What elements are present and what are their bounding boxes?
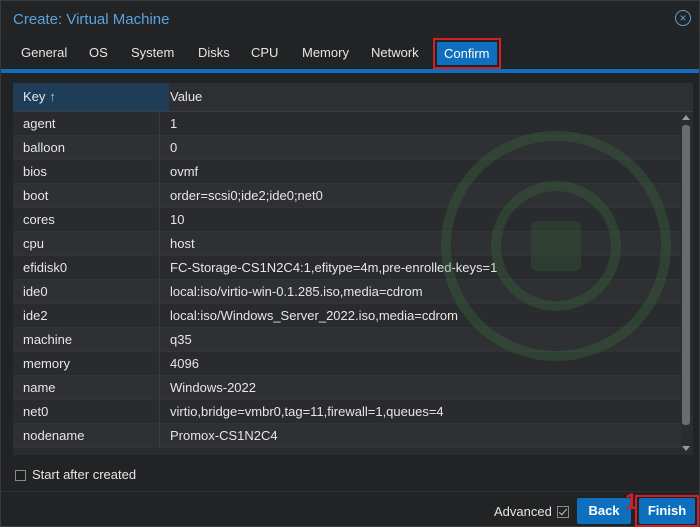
tab-cpu[interactable]: CPU [251,39,278,67]
advanced-checkbox[interactable]: Advanced [494,504,569,519]
grid-rows: agent 1 balloon 0 bios ovmf boot order=scsi0… [13,112,681,448]
row-key: cores [23,212,55,227]
row-value: 1 [170,116,178,131]
row-key: memory [23,356,70,371]
footer-divider [1,491,699,492]
row-value: 10 [170,212,185,227]
table-row[interactable]: agent 1 [13,112,681,136]
row-value: FC-Storage-CS1N2C4:1,efitype=4m,pre-enro… [170,260,498,275]
table-row[interactable]: bios ovmf [13,160,681,184]
table-row[interactable]: machine q35 [13,328,681,352]
wizard-tabs: General OS System Disks CPU Memory Netwo… [1,38,699,69]
dialog-title: Create: Virtual Machine [13,11,170,28]
finish-button[interactable]: Finish [639,498,695,524]
column-header-value[interactable]: Value [170,83,202,111]
row-key: machine [23,332,73,347]
table-row[interactable]: ide2 local:iso/Windows_Server_2022.iso,me… [13,304,681,328]
advanced-label: Advanced [494,504,552,519]
row-value: 4096 [170,356,199,371]
row-value: Promox-CS1N2C4 [170,428,278,443]
row-key: name [23,380,56,395]
table-row[interactable]: boot order=scsi0;ide2;ide0;net0 [13,184,681,208]
scroll-up-icon[interactable] [682,115,690,120]
table-row[interactable]: ide0 local:iso/virtio-win-0.1.285.iso,med… [13,280,681,304]
back-button[interactable]: Back [577,498,631,524]
row-value: order=scsi0;ide2;ide0;net0 [170,188,323,203]
row-key: bios [23,164,47,179]
create-vm-dialog: Create: Virtual Machine × General OS Sys… [0,0,700,527]
grid-scrollbar[interactable] [681,113,691,453]
start-after-created-checkbox[interactable]: Start after created [15,467,136,483]
row-value: host [170,236,195,251]
confirm-grid: Key ↑ Value agent 1 balloon 0 bios ovmf boot… [13,83,693,455]
row-value: 0 [170,140,178,155]
row-key: net0 [23,404,49,419]
tab-network[interactable]: Network [371,39,419,67]
tab-os[interactable]: OS [89,39,108,67]
row-key: ide0 [23,284,48,299]
table-row[interactable]: cores 10 [13,208,681,232]
tab-general[interactable]: General [21,39,67,67]
row-value: q35 [170,332,192,347]
row-value: local:iso/virtio-win-0.1.285.iso,media=c… [170,284,423,299]
table-row[interactable]: name Windows-2022 [13,376,681,400]
row-key: agent [23,116,56,131]
row-value: Windows-2022 [170,380,256,395]
row-key: balloon [23,140,65,155]
table-row[interactable]: memory 4096 [13,352,681,376]
row-key: ide2 [23,308,48,323]
table-row[interactable]: nodename Promox-CS1N2C4 [13,424,681,448]
start-after-created-label: Start after created [32,467,137,482]
column-header-key-label: Key [23,89,46,104]
tab-confirm[interactable]: Confirm [433,38,501,69]
row-value: ovmf [170,164,199,179]
checkbox-checked-icon [556,506,569,518]
table-row[interactable]: net0 virtio,bridge=vmbr0,tag=11,firewall=… [13,400,681,424]
row-key: boot [23,188,49,203]
checkbox-unchecked-icon [15,470,26,481]
table-row[interactable]: cpu host [13,232,681,256]
finish-highlight: Finish [635,495,699,527]
row-key: nodename [23,428,85,443]
table-row[interactable]: efidisk0 FC-Storage-CS1N2C4:1,efitype=4m,… [13,256,681,280]
tab-memory[interactable]: Memory [302,39,349,67]
tab-underline [1,69,699,73]
scroll-down-icon[interactable] [682,446,690,451]
table-row[interactable]: balloon 0 [13,136,681,160]
scroll-thumb[interactable] [682,125,690,425]
column-header-key[interactable]: Key ↑ [13,83,169,111]
row-value: local:iso/Windows_Server_2022.iso,media=… [170,308,458,323]
row-key: efidisk0 [23,260,68,275]
row-key: cpu [23,236,44,251]
titlebar: Create: Virtual Machine × [1,1,699,37]
sort-ascending-icon: ↑ [49,89,56,104]
tab-system[interactable]: System [131,39,174,67]
row-value: virtio,bridge=vmbr0,tag=11,firewall=1,qu… [170,404,444,419]
close-icon[interactable]: × [675,10,691,26]
grid-header: Key ↑ Value [13,83,693,112]
tab-disks[interactable]: Disks [198,39,230,67]
tab-confirm-label: Confirm [437,42,497,65]
